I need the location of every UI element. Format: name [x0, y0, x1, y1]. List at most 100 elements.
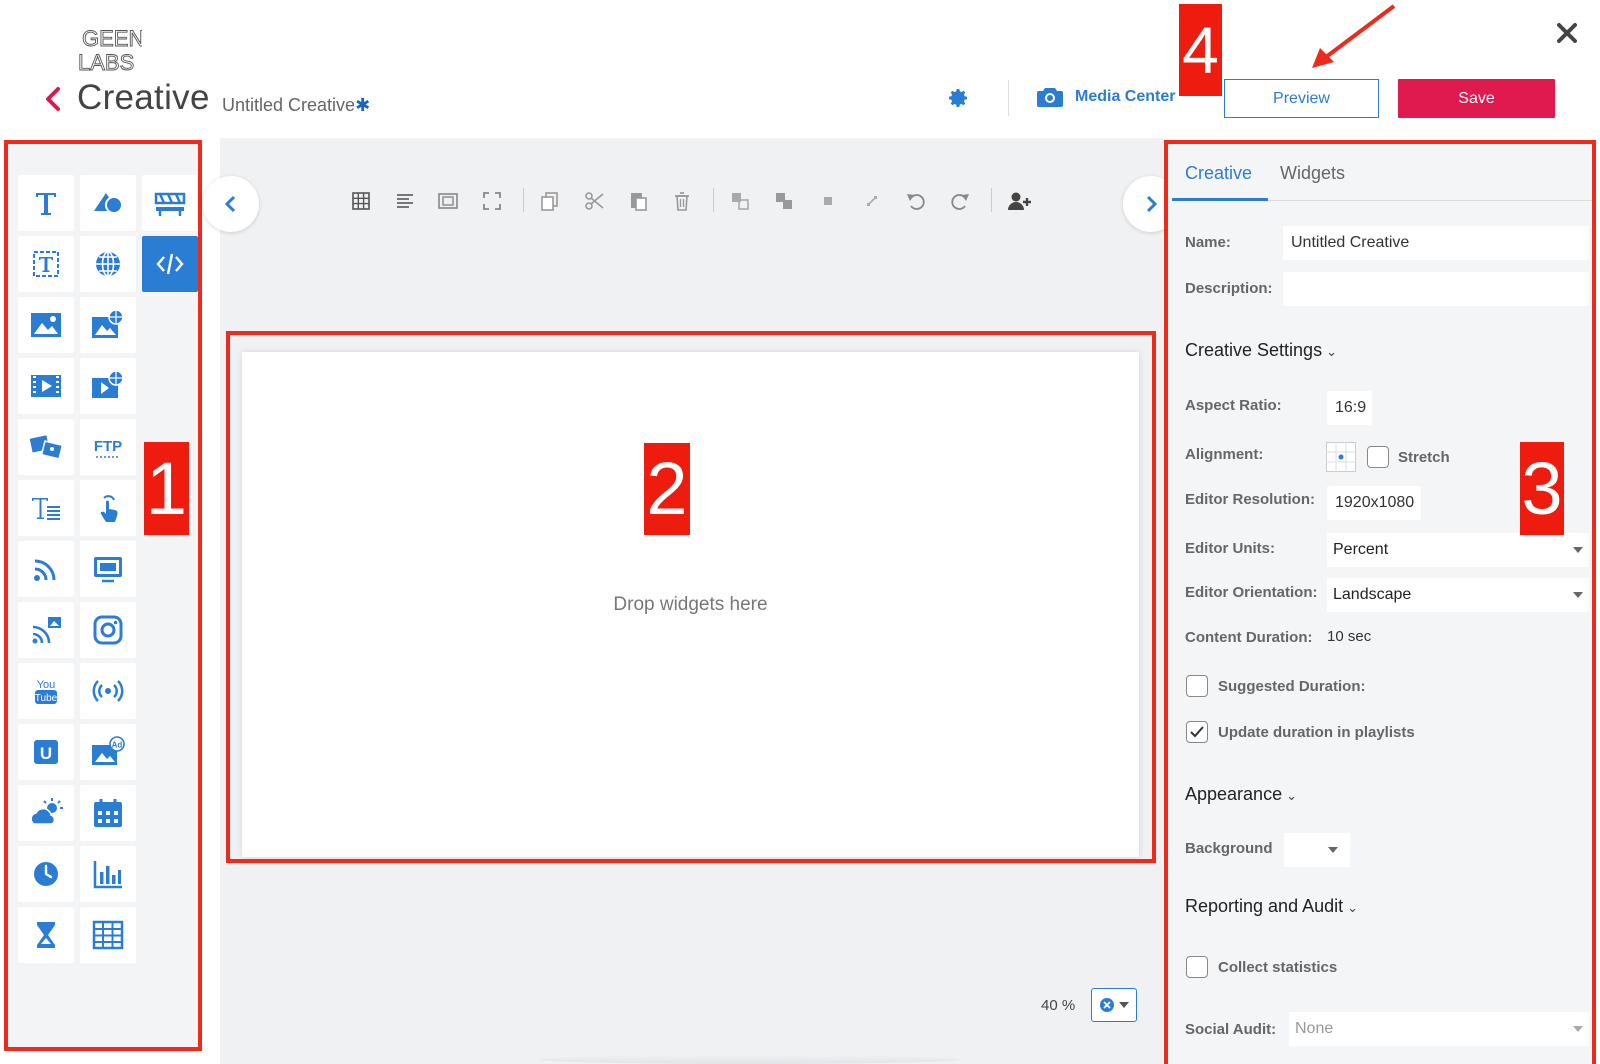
screen-capture-icon	[94, 557, 122, 583]
editor-resolution-label: Editor Resolution:	[1185, 491, 1315, 508]
alignment-label: Alignment:	[1185, 446, 1264, 463]
aspect-ratio-label: Aspect Ratio:	[1185, 397, 1282, 414]
screen-widget-button[interactable]	[80, 541, 136, 597]
ticker-widget-button[interactable]	[142, 175, 198, 231]
name-input[interactable]: Untitled Creative	[1283, 226, 1589, 260]
annotation-number-4: 4	[1179, 4, 1222, 96]
ad-icon-label: Ad	[112, 741, 123, 750]
preview-button[interactable]: Preview	[1224, 79, 1379, 118]
web-page-widget-button[interactable]	[80, 236, 136, 292]
reporting-audit-title: Reporting and Audit	[1185, 896, 1344, 916]
image-widget-button[interactable]	[18, 297, 74, 353]
editor-orientation-value: Landscape	[1333, 586, 1412, 603]
zoom-dropdown[interactable]	[1091, 988, 1137, 1022]
rss-widget-button[interactable]	[18, 541, 74, 597]
web-video-widget-button[interactable]	[80, 358, 136, 414]
tab-creative[interactable]: Creative	[1185, 163, 1252, 184]
zoom-reset-icon	[1100, 998, 1114, 1012]
chevron-left-icon	[224, 195, 236, 213]
stop-icon[interactable]	[817, 190, 839, 212]
text-box-widget-button[interactable]	[18, 236, 74, 292]
live-stream-widget-button[interactable]	[80, 663, 136, 719]
content-duration-value: 10 sec	[1327, 628, 1372, 645]
countdown-widget-button[interactable]	[18, 907, 74, 963]
back-chevron-icon[interactable]	[42, 86, 64, 112]
rss-media-widget-button[interactable]	[18, 602, 74, 658]
shapes-widget-button[interactable]	[80, 175, 136, 231]
creative-settings-section[interactable]: Creative Settings ⌄	[1185, 340, 1337, 361]
active-tab-indicator	[1172, 198, 1268, 201]
calendar-widget-button[interactable]	[80, 785, 136, 841]
editor-orientation-select[interactable]: Landscape	[1327, 578, 1589, 612]
countdown-icon	[37, 922, 55, 948]
shapes-icon	[94, 193, 123, 214]
update-duration-checkbox[interactable]	[1186, 721, 1208, 743]
touch-widget-button[interactable]	[80, 480, 136, 536]
stretch-label: Stretch	[1398, 449, 1450, 466]
chart-icon	[93, 861, 122, 889]
collapse-left-panel-button[interactable]	[203, 176, 259, 232]
paste-icon[interactable]	[627, 190, 649, 212]
chevron-right-icon	[1146, 195, 1158, 213]
suggested-duration-checkbox[interactable]	[1186, 675, 1208, 697]
web-image-widget-button[interactable]	[80, 297, 136, 353]
geen-labs-logo: GEEN LABS	[78, 26, 142, 74]
save-button[interactable]: Save	[1398, 79, 1555, 118]
reporting-audit-section[interactable]: Reporting and Audit ⌄	[1185, 896, 1358, 917]
background-color-select[interactable]	[1284, 833, 1350, 867]
close-icon[interactable]	[1554, 20, 1580, 46]
editor-units-label: Editor Units:	[1185, 540, 1275, 557]
instagram-icon	[93, 615, 123, 645]
shrink-icon[interactable]	[861, 190, 883, 212]
send-to-back-icon[interactable]	[773, 190, 795, 212]
youtube-icon: You Tube	[35, 679, 58, 704]
u-widget-button[interactable]: U	[18, 724, 74, 780]
description-input[interactable]	[1283, 272, 1589, 306]
collect-statistics-checkbox[interactable]	[1186, 956, 1208, 978]
stretch-checkbox[interactable]	[1367, 446, 1389, 468]
undo-icon[interactable]	[905, 190, 927, 212]
editor-units-select[interactable]: Percent	[1327, 533, 1589, 567]
calendar-icon	[94, 799, 122, 827]
settings-gear-icon[interactable]	[946, 86, 970, 110]
document-title-text: Untitled Creative	[222, 95, 356, 115]
ftp-widget-button[interactable]: FTP	[80, 419, 136, 475]
document-title[interactable]: Untitled Creative✱	[222, 95, 370, 116]
video-widget-button[interactable]	[18, 358, 74, 414]
duplicate-icon[interactable]	[539, 190, 561, 212]
grid-icon[interactable]	[350, 190, 372, 212]
fit-to-canvas-icon[interactable]	[437, 190, 459, 212]
table-icon	[92, 920, 124, 950]
aspect-ratio-input[interactable]: 16:9	[1327, 391, 1372, 425]
add-user-icon[interactable]	[1007, 190, 1033, 212]
delete-icon[interactable]	[671, 190, 693, 212]
media-center-button[interactable]: Media Center	[1037, 86, 1175, 108]
weather-widget-button[interactable]	[18, 785, 74, 841]
video-icon	[31, 375, 61, 397]
appearance-section[interactable]: Appearance ⌄	[1185, 784, 1297, 805]
fullscreen-icon[interactable]	[481, 190, 503, 212]
social-audit-select[interactable]: None	[1289, 1012, 1589, 1046]
clock-widget-button[interactable]	[18, 846, 74, 902]
content-duration-label: Content Duration:	[1185, 629, 1313, 646]
toolbar-separator	[713, 188, 714, 212]
instagram-widget-button[interactable]	[80, 602, 136, 658]
tab-widgets[interactable]: Widgets	[1280, 163, 1345, 184]
ad-image-widget-button[interactable]: Ad	[80, 724, 136, 780]
update-duration-label: Update duration in playlists	[1218, 724, 1415, 741]
cut-icon[interactable]	[583, 190, 605, 212]
u-icon-label: U	[40, 744, 52, 763]
slideshow-widget-button[interactable]	[18, 419, 74, 475]
bring-to-front-icon[interactable]	[729, 190, 751, 212]
text-widget-button[interactable]	[18, 175, 74, 231]
html-code-widget-button[interactable]	[142, 236, 198, 292]
toolbar-separator	[991, 188, 992, 212]
alignment-grid-icon[interactable]	[1326, 442, 1356, 472]
align-icon[interactable]	[394, 190, 416, 212]
editor-resolution-input[interactable]: 1920x1080	[1327, 486, 1421, 520]
rich-text-widget-button[interactable]	[18, 480, 74, 536]
youtube-widget-button[interactable]: You Tube	[18, 663, 74, 719]
table-widget-button[interactable]	[80, 907, 136, 963]
chart-widget-button[interactable]	[80, 846, 136, 902]
redo-icon[interactable]	[949, 190, 971, 212]
